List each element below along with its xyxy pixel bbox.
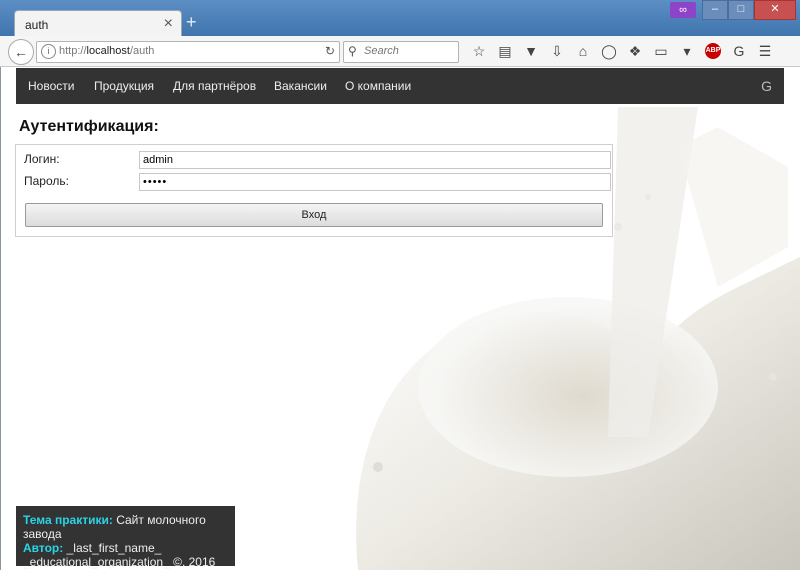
download-icon[interactable]: ⇩ <box>544 42 570 60</box>
navigation-toolbar: ← i http://localhost/auth ↻ ⚲ ☆ ▤ ▼ ⇩ ⌂ … <box>0 36 800 67</box>
star-icon[interactable]: ☆ <box>466 42 492 60</box>
author-value: _last_first_name_ <box>63 541 162 555</box>
site-info-icon[interactable]: i <box>41 44 56 59</box>
toolbar-icons: ☆ ▤ ▼ ⇩ ⌂ ◯ ❖ ▭ ▾ ABP G ☰ <box>466 42 778 60</box>
pocket-icon[interactable]: ▼ <box>518 42 544 60</box>
search-icon: ⚲ <box>348 44 357 58</box>
site-navbar: Новости Продукция Для партнёров Вакансии… <box>16 68 784 104</box>
window-border <box>0 67 1 570</box>
search-input[interactable] <box>362 44 456 58</box>
nav-news[interactable]: Новости <box>28 79 74 93</box>
nav-vacancies[interactable]: Вакансии <box>274 79 327 93</box>
nav-partners[interactable]: Для партнёров <box>173 79 256 93</box>
nav-about[interactable]: О компании <box>345 79 411 93</box>
url-bar[interactable]: i http://localhost/auth ↻ <box>36 41 340 63</box>
login-input[interactable] <box>139 151 611 169</box>
back-button[interactable]: ← <box>8 39 34 65</box>
private-browsing-icon: ∞ <box>670 2 696 18</box>
topic-key: Тема практики: <box>23 513 113 527</box>
login-label: Логин: <box>24 152 60 166</box>
tab-title: auth <box>25 18 49 32</box>
new-tab-button[interactable]: + <box>186 12 197 33</box>
password-input[interactable] <box>139 173 611 191</box>
url-text[interactable]: http://localhost/auth <box>59 45 154 57</box>
extension-icon[interactable]: ❖ <box>622 42 648 60</box>
window-controls: ∞ – □ ✕ <box>670 0 796 20</box>
reload-icon[interactable]: ↻ <box>325 44 335 58</box>
login-button[interactable]: Вход <box>25 203 603 227</box>
chat-icon[interactable]: ◯ <box>596 42 622 60</box>
home-icon[interactable]: ⌂ <box>570 42 596 60</box>
dropdown-icon[interactable]: ▾ <box>674 42 700 60</box>
minimize-button[interactable]: – <box>702 0 728 20</box>
author-key: Автор: <box>23 541 64 555</box>
page-title: Аутентификация: <box>19 118 159 135</box>
footer-info: Тема практики: Сайт молочного завода Авт… <box>16 506 235 570</box>
footer-author: Автор: _last_first_name_ <box>23 541 235 555</box>
clipboard-icon[interactable]: ▭ <box>648 42 674 60</box>
back-arrow-icon: ← <box>14 44 28 60</box>
password-label: Пароль: <box>24 174 69 188</box>
adblock-icon[interactable]: ABP <box>705 43 721 59</box>
reading-list-icon[interactable]: ▤ <box>492 42 518 60</box>
maximize-button[interactable]: □ <box>728 0 754 20</box>
tab-auth[interactable]: auth × <box>14 10 182 38</box>
footer-org: _educational_organization_ ©, 2016 год <box>23 555 216 570</box>
tab-strip: auth × + ∞ – □ ✕ <box>0 0 800 38</box>
login-form: Логин: Пароль: Вход <box>15 144 613 237</box>
footer-topic: Тема практики: Сайт молочного завода <box>23 513 235 541</box>
page-viewport: Новости Продукция Для партнёров Вакансии… <box>0 67 800 570</box>
search-bar[interactable]: ⚲ <box>343 41 459 63</box>
google-icon[interactable]: G <box>761 78 772 94</box>
close-window-button[interactable]: ✕ <box>754 0 796 20</box>
browser-window: auth × + ∞ – □ ✕ ← i http://localhost/au… <box>0 0 800 570</box>
close-tab-icon[interactable]: × <box>164 15 173 33</box>
translate-icon[interactable]: G <box>726 42 752 60</box>
menu-icon[interactable]: ☰ <box>752 42 778 60</box>
nav-products[interactable]: Продукция <box>94 79 154 93</box>
